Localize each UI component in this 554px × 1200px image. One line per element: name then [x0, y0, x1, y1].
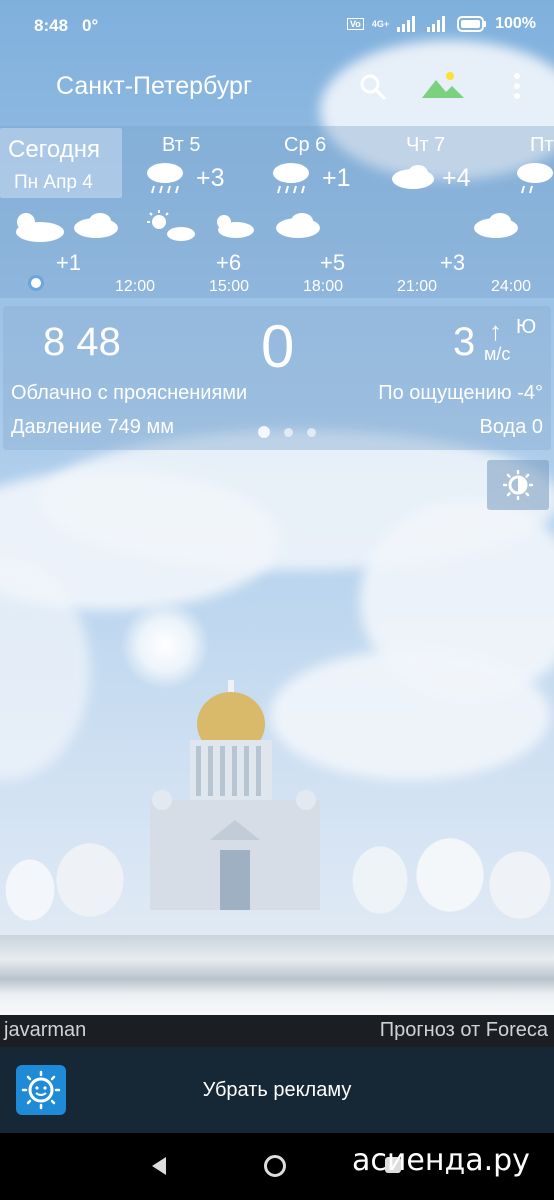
cloud-icon — [276, 213, 320, 238]
hour-time: 12:00 — [115, 278, 156, 295]
photo-author[interactable]: javarman — [4, 1019, 86, 1042]
day-date: Пн Апр 4 — [14, 172, 93, 193]
day-name: Ср 6 — [284, 134, 327, 156]
hour-time: 21:00 — [397, 278, 438, 295]
system-nav-bar: асиенда.ру — [0, 1133, 554, 1200]
wind-speed: 3 — [453, 320, 476, 364]
hour-temp: +5 — [320, 250, 346, 275]
wind-arrow-icon: ↑ — [489, 316, 502, 346]
day-temp: +4 — [442, 164, 471, 192]
hour-temp: +6 — [216, 250, 242, 275]
status-time: 8:48 — [34, 16, 69, 35]
day-name: Чт 7 — [406, 134, 446, 156]
water-temp: Вода 0 — [479, 416, 544, 438]
forecast-provider[interactable]: Прогноз от Foreca — [380, 1019, 548, 1042]
brightness-button[interactable] — [487, 460, 549, 510]
app-bar: Санкт-Петербург — [0, 48, 554, 126]
hour-time: 18:00 — [303, 278, 344, 295]
sun-cloud-icon — [16, 213, 64, 242]
day-name: Сегодня — [8, 136, 100, 163]
remove-ads-label[interactable]: Убрать рекламу — [0, 1079, 554, 1102]
current-clock: 8 48 — [43, 320, 121, 364]
network-label: 4G+ — [371, 19, 390, 29]
sun-cloud-icon — [147, 210, 195, 241]
day-today[interactable]: Сегодня Пн Апр 4 — [0, 128, 122, 198]
volte-icon: Vo — [346, 18, 364, 30]
cloud-icon — [474, 213, 518, 238]
now-marker — [28, 275, 44, 291]
landscape-icon[interactable] — [420, 68, 466, 102]
signal-icon-2 — [427, 16, 446, 32]
condition-text: Облачно с прояснениями — [11, 382, 248, 404]
day-tue[interactable]: Вт 5 +3 — [140, 126, 250, 198]
wind-unit: м/с — [484, 344, 511, 364]
wind-direction: Ю — [516, 316, 537, 338]
feels-like: По ощущению -4° — [378, 382, 543, 404]
brightness-icon — [503, 470, 533, 500]
day-name: Вт 5 — [162, 134, 201, 156]
hour-time: 15:00 — [209, 278, 250, 295]
page-indicator — [258, 426, 316, 438]
day-thu[interactable]: Чт 7 +4 — [388, 126, 488, 198]
rain-cloud-icon — [147, 163, 183, 194]
pressure: Давление 749 мм — [11, 416, 174, 438]
day-temp: +3 — [196, 164, 225, 192]
status-bar: 8:48 0° Vo 4G+ 100% — [0, 0, 554, 48]
hour-time: 24:00 — [491, 278, 532, 295]
watermark-text: асиенда.ру — [352, 1143, 530, 1178]
home-icon[interactable] — [264, 1155, 286, 1177]
ad-banner[interactable]: Убрать рекламу — [0, 1047, 554, 1133]
battery-icon — [457, 16, 487, 32]
rain-cloud-icon — [517, 163, 553, 194]
cloud-icon — [74, 213, 118, 238]
credits-bar: javarman Прогноз от Foreca — [0, 1015, 554, 1047]
hour-temp: +3 — [440, 250, 466, 275]
day-wed[interactable]: Ср 6 +1 — [266, 126, 376, 198]
rain-cloud-icon — [273, 163, 309, 194]
forecast-panel: Сегодня Пн Апр 4 Вт 5 +3 Ср 6 +1 Чт 7 +4… — [0, 126, 554, 298]
more-icon[interactable] — [505, 70, 529, 102]
battery-level: 100% — [495, 15, 536, 32]
city-title[interactable]: Санкт-Петербург — [56, 72, 252, 101]
signal-icon — [397, 16, 416, 32]
current-temperature: 0 — [261, 313, 295, 380]
day-fri[interactable]: Пт — [512, 126, 554, 198]
cloud-icon — [392, 165, 434, 189]
search-icon[interactable] — [358, 72, 388, 102]
status-temp: 0° — [82, 16, 99, 35]
current-weather-card[interactable]: 8 48 0 3 ↑ Ю м/с Облачно с прояснениями … — [3, 306, 551, 450]
sun-cloud-icon — [217, 215, 254, 238]
day-name: Пт — [530, 134, 554, 156]
back-icon[interactable] — [150, 1155, 170, 1177]
hour-temp: +1 — [56, 250, 82, 275]
day-temp: +1 — [322, 164, 351, 192]
